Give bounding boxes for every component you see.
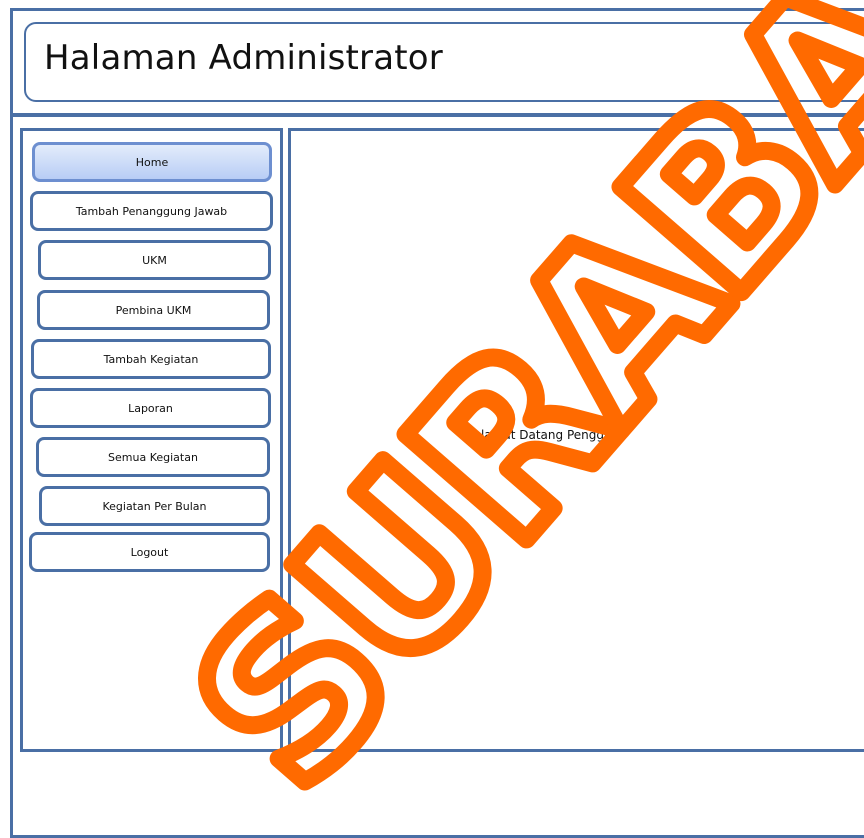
nav-home-button[interactable]: Home [32,142,272,182]
nav-pembina-ukm-button[interactable]: Pembina UKM [37,290,270,330]
nav-tambah-penanggung-jawab-button[interactable]: Tambah Penanggung Jawab [30,191,273,231]
nav-tambah-kegiatan-button[interactable]: Tambah Kegiatan [31,339,271,379]
nav-semua-kegiatan-button[interactable]: Semua Kegiatan [36,437,270,477]
page-title: Halaman Administrator [44,38,443,78]
nav-laporan-button[interactable]: Laporan [30,388,271,428]
nav-kegiatan-per-bulan-button[interactable]: Kegiatan Per Bulan [39,486,270,526]
nav-ukm-button[interactable]: UKM [38,240,271,280]
header-divider [10,113,864,117]
welcome-message: Selamat Datang Pengguna [466,428,627,442]
nav-logout-button[interactable]: Logout [29,532,270,572]
